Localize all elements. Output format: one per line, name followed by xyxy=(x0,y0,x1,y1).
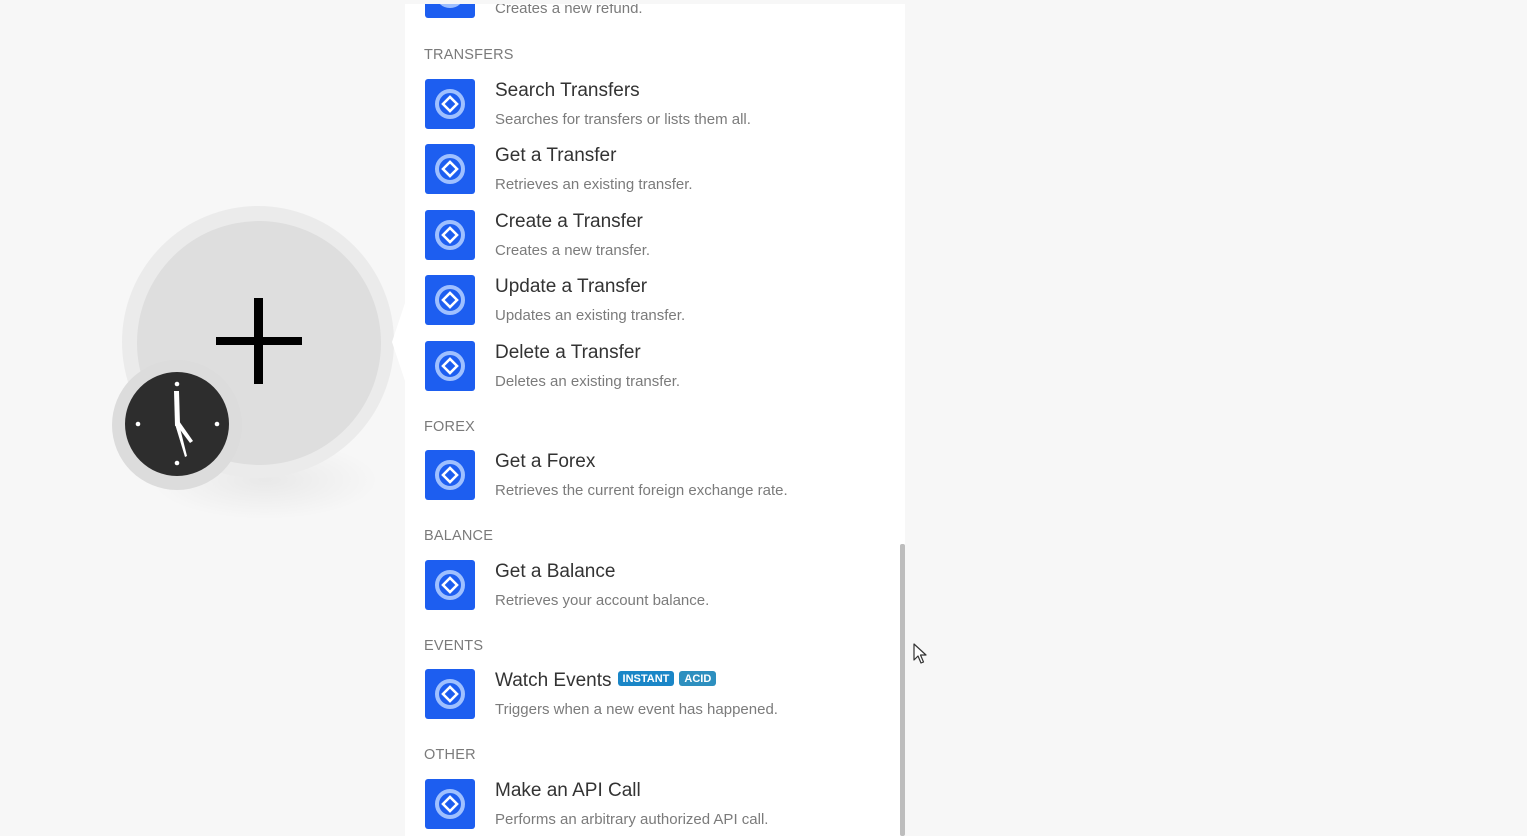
list-item-delete-transfer[interactable]: Delete a Transfer Deletes an existing tr… xyxy=(425,341,885,399)
item-description: Creates a new transfer. xyxy=(495,242,651,259)
app-icon xyxy=(425,144,475,194)
list-item-get-transfer[interactable]: Get a Transfer Retrieves an existing tra… xyxy=(425,144,885,202)
list-item-watch-events[interactable]: Watch Events INSTANT ACID Triggers when a … xyxy=(425,669,885,727)
item-description: Deletes an existing transfer. xyxy=(495,373,681,390)
item-title: Create a Transfer xyxy=(495,211,643,232)
section-header-transfers: TRANSFERS xyxy=(424,47,514,63)
list-item-get-forex[interactable]: Get a Forex Retrieves the current foreig… xyxy=(425,450,885,508)
scrollbar[interactable] xyxy=(899,4,905,836)
app-icon xyxy=(425,669,475,719)
item-title: Get a Forex xyxy=(495,451,596,472)
instant-badge: INSTANT xyxy=(617,671,675,687)
item-description: Creates a new refund. xyxy=(495,4,643,17)
item-title: Get a Transfer xyxy=(495,145,617,166)
item-title: Watch Events INSTANT ACID xyxy=(495,670,717,692)
menu-pointer xyxy=(392,300,406,384)
list-item-make-api-call[interactable]: Make an API Call Performs an arbitrary a… xyxy=(425,779,885,836)
clock-icon[interactable] xyxy=(125,372,229,476)
item-description: Retrieves the current foreign exchange r… xyxy=(495,482,788,499)
acid-badge: ACID xyxy=(679,671,717,687)
item-title: Update a Transfer xyxy=(495,276,648,297)
app-icon xyxy=(425,560,475,610)
item-title: Search Transfers xyxy=(495,80,640,101)
item-title: Get a Balance xyxy=(495,561,616,582)
app-icon xyxy=(425,275,475,325)
section-header-other: OTHER xyxy=(424,747,476,763)
app-icon xyxy=(425,79,475,129)
list-item-update-transfer[interactable]: Update a Transfer Updates an existing tr… xyxy=(425,275,885,333)
item-title-text: Watch Events xyxy=(495,670,612,691)
list-item-search-transfers[interactable]: Search Transfers Searches for transfers … xyxy=(425,79,885,137)
list-item-partial[interactable]: Creates a new refund. xyxy=(425,4,885,26)
list-item-create-transfer[interactable]: Create a Transfer Creates a new transfer… xyxy=(425,210,885,268)
item-description: Updates an existing transfer. xyxy=(495,307,686,324)
item-title: Delete a Transfer xyxy=(495,342,641,363)
item-description: Retrieves an existing transfer. xyxy=(495,176,693,193)
item-description: Performs an arbitrary authorized API cal… xyxy=(495,811,769,828)
section-header-forex: FOREX xyxy=(424,419,475,435)
item-description: Searches for transfers or lists them all… xyxy=(495,111,751,128)
scrollbar-thumb[interactable] xyxy=(900,544,905,836)
module-action-panel: Creates a new refund. TRANSFERS Search T… xyxy=(405,4,905,836)
item-title: Make an API Call xyxy=(495,780,641,801)
section-header-events: EVENTS xyxy=(424,638,484,654)
app-icon xyxy=(425,210,475,260)
app-icon xyxy=(425,4,475,18)
app-icon xyxy=(425,450,475,500)
item-description: Triggers when a new event has happened. xyxy=(495,701,778,718)
list-item-get-balance[interactable]: Get a Balance Retrieves your account bal… xyxy=(425,560,885,618)
app-icon xyxy=(425,341,475,391)
section-header-balance: BALANCE xyxy=(424,528,494,544)
app-icon xyxy=(425,779,475,829)
mouse-cursor-icon xyxy=(913,643,929,665)
item-description: Retrieves your account balance. xyxy=(495,592,710,609)
